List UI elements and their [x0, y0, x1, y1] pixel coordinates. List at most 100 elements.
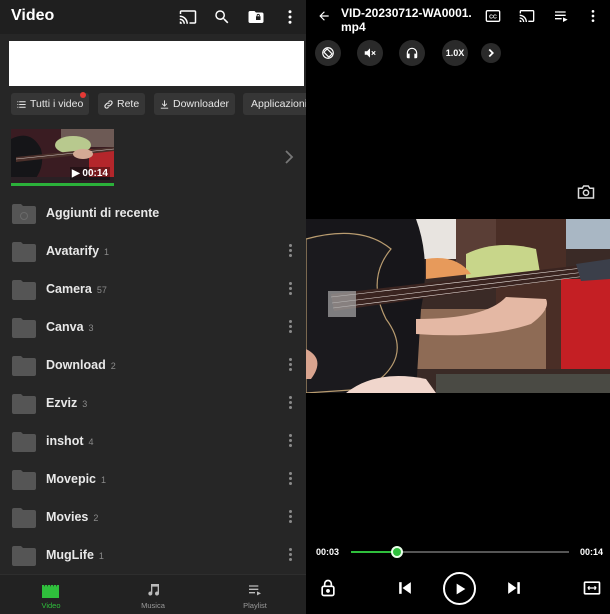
folder-title: Movies [46, 510, 89, 524]
svg-text:CC: CC [489, 14, 497, 20]
previous-icon[interactable] [395, 578, 415, 598]
playback-speed-button[interactable]: 1.0X [442, 40, 468, 66]
cast-icon[interactable] [179, 8, 197, 26]
folder-name: Canva 3 [46, 320, 94, 334]
folder-icon [12, 546, 36, 566]
chip-network[interactable]: Rete [98, 93, 146, 115]
duration-text: 00:14 [82, 168, 108, 179]
cast-icon[interactable] [518, 8, 536, 24]
folder-row[interactable]: Avatarify 1 [0, 233, 306, 271]
folder-row[interactable]: Download 2 [0, 347, 306, 385]
subtitles-cc-icon[interactable]: CC [484, 8, 502, 24]
chip-label: Downloader [173, 98, 230, 110]
folder-row[interactable]: inshot 4 [0, 423, 306, 461]
chevron-right-icon [488, 48, 494, 58]
folder-name: Camera 57 [46, 282, 107, 296]
folder-more-icon[interactable] [289, 320, 293, 334]
folder-video-count: 57 [96, 285, 107, 295]
rotate-screen-button[interactable] [315, 40, 341, 66]
recent-video-thumbnail[interactable]: ▶ 00:14 [11, 129, 114, 186]
audio-only-button[interactable] [399, 40, 425, 66]
chip-downloader[interactable]: Downloader [154, 93, 236, 115]
nav-label: Musica [141, 601, 165, 610]
folder-title: Camera [46, 282, 92, 296]
playlist-icon [249, 585, 261, 596]
folder-video-count: 3 [88, 323, 94, 333]
nav-label: Video [41, 601, 61, 610]
folder-more-icon[interactable] [289, 396, 293, 410]
folder-icon [12, 318, 36, 338]
top-app-bar: Video [0, 0, 306, 34]
chip-label: Tutti i video [30, 98, 84, 110]
camera-screenshot-icon[interactable] [577, 184, 595, 200]
back-arrow-icon[interactable] [317, 9, 331, 23]
speed-value: 1.0X [445, 48, 465, 58]
folder-title: Ezviz [46, 396, 78, 410]
play-button[interactable] [443, 572, 476, 605]
nav-music[interactable]: Musica [113, 575, 193, 614]
folder-video-count: 3 [82, 399, 88, 409]
nav-label: Playlist [243, 601, 267, 610]
folder-more-icon[interactable] [289, 358, 293, 372]
chip-label: Applicazioni [251, 98, 308, 110]
expand-controls-button[interactable] [481, 43, 501, 63]
folder-more-icon[interactable] [289, 548, 293, 562]
folder-name: Aggiunti di recente [46, 206, 160, 220]
ad-banner[interactable] [9, 41, 304, 86]
folder-name: MugLife 1 [46, 548, 104, 562]
folder-row[interactable]: Ezviz 3 [0, 385, 306, 423]
folder-more-icon[interactable] [289, 510, 293, 524]
folder-video-count: 4 [88, 437, 94, 447]
mute-button[interactable] [357, 40, 383, 66]
folder-more-icon[interactable] [289, 472, 293, 486]
video-frame[interactable] [306, 219, 610, 393]
play-icon [456, 583, 465, 594]
folder-video-count: 1 [104, 247, 110, 257]
private-folder-icon[interactable] [247, 8, 265, 26]
folder-more-icon[interactable] [289, 282, 293, 296]
video-library-panel: Video Tutti i video Rete Downloader Appl… [0, 0, 313, 614]
nav-video[interactable]: Video [11, 575, 91, 614]
more-vertical-icon[interactable] [584, 8, 602, 24]
chip-all-videos[interactable]: Tutti i video [11, 92, 90, 115]
folder-row[interactable]: Movies 2 [0, 499, 306, 537]
folder-title: Download [46, 358, 106, 372]
rotate-icon [322, 47, 334, 59]
seek-bar[interactable] [351, 546, 569, 558]
nav-playlist[interactable]: Playlist [215, 575, 295, 614]
more-vertical-icon[interactable] [281, 8, 299, 26]
folder-video-count: 1 [101, 475, 107, 485]
next-icon[interactable] [504, 578, 524, 598]
chevron-right-icon[interactable] [283, 149, 295, 165]
playlist-queue-icon[interactable] [552, 8, 570, 24]
folder-row[interactable]: Camera 57 [0, 271, 306, 309]
app-title: Video [11, 7, 55, 24]
folder-icon [12, 432, 36, 452]
folder-row[interactable]: Movepic 1 [0, 461, 306, 499]
chip-apps[interactable]: Applicazioni [243, 93, 313, 115]
folder-title: MugLife [46, 548, 94, 562]
video-duration: ▶ 00:14 [69, 167, 110, 180]
seek-bar-thumb[interactable] [390, 546, 403, 558]
folder-name: Movies 2 [46, 510, 98, 524]
video-player-panel: VID-20230712-WA0001.mp4 CC 1.0X 00:03 00… [306, 0, 610, 614]
lock-icon[interactable] [318, 578, 338, 598]
folder-icon [12, 470, 36, 490]
video-clapper-icon [42, 585, 59, 598]
search-icon[interactable] [213, 8, 231, 26]
folder-title: inshot [46, 434, 84, 448]
watched-progress-bar [11, 183, 114, 186]
folder-video-count: 1 [98, 551, 104, 561]
folder-more-icon[interactable] [289, 434, 293, 448]
bottom-navigation: Video Musica Playlist [0, 574, 306, 614]
folder-row[interactable]: MugLife 1 [0, 537, 306, 575]
recent-folder-row[interactable]: Aggiunti di recente [0, 195, 306, 233]
headphones-icon [406, 47, 418, 59]
folder-row[interactable]: Canva 3 [0, 309, 306, 347]
folder-more-icon[interactable] [289, 244, 293, 258]
aspect-ratio-icon[interactable] [582, 578, 602, 598]
link-icon [104, 99, 113, 109]
folder-title: Canva [46, 320, 84, 334]
folder-name: Avatarify 1 [46, 244, 109, 258]
folder-title: Movepic [46, 472, 97, 486]
